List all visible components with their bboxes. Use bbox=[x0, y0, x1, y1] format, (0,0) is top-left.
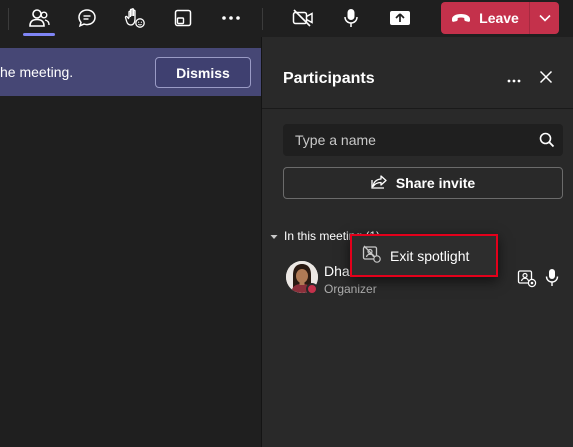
close-icon bbox=[539, 70, 553, 89]
panel-more-button[interactable] bbox=[502, 69, 526, 89]
share-icon bbox=[371, 174, 387, 192]
view-button[interactable] bbox=[165, 0, 201, 36]
leave-options-button[interactable] bbox=[530, 2, 559, 34]
panel-close-button[interactable] bbox=[534, 69, 558, 89]
camera-toggle-button[interactable] bbox=[285, 0, 321, 36]
camera-off-icon bbox=[292, 9, 314, 27]
more-icon bbox=[221, 15, 241, 21]
react-button[interactable] bbox=[117, 0, 153, 36]
share-invite-label: Share invite bbox=[395, 175, 476, 191]
people-active-indicator bbox=[23, 33, 55, 36]
exit-spotlight-icon bbox=[362, 245, 382, 266]
avatar bbox=[286, 261, 318, 295]
chat-icon bbox=[77, 8, 97, 28]
participant-role: Organizer bbox=[324, 282, 377, 296]
people-button[interactable] bbox=[21, 0, 57, 36]
participant-mic-icon bbox=[545, 268, 561, 288]
view-icon bbox=[174, 9, 192, 27]
teams-meeting-window: Leave he meeting. Dismiss Participants T… bbox=[0, 0, 573, 447]
notification-banner: he meeting. Dismiss bbox=[0, 48, 261, 96]
panel-title: Participants bbox=[283, 70, 375, 87]
mic-toggle-button[interactable] bbox=[333, 0, 369, 36]
meeting-toolbar: Leave bbox=[0, 0, 573, 37]
share-screen-icon bbox=[389, 9, 411, 27]
more-icon bbox=[507, 70, 521, 88]
leave-button[interactable]: Leave bbox=[441, 2, 529, 34]
panel-header: Participants bbox=[262, 37, 573, 109]
hang-up-icon bbox=[451, 10, 471, 26]
exit-spotlight-menu-item[interactable]: Exit spotlight bbox=[390, 248, 469, 264]
chat-button[interactable] bbox=[69, 0, 105, 36]
leave-button-group: Leave bbox=[441, 2, 559, 34]
caret-down-icon bbox=[270, 229, 278, 243]
more-actions-button[interactable] bbox=[213, 0, 249, 36]
mic-icon bbox=[343, 8, 359, 28]
toolbar-divider bbox=[8, 8, 9, 30]
chevron-down-icon bbox=[538, 9, 551, 27]
raise-hand-icon bbox=[124, 7, 146, 29]
presence-status-icon bbox=[306, 283, 318, 295]
search-input[interactable] bbox=[283, 124, 531, 156]
leave-label: Leave bbox=[479, 10, 519, 26]
meeting-stage bbox=[0, 96, 261, 447]
participant-context-menu[interactable]: Exit spotlight bbox=[350, 234, 498, 277]
dismiss-button[interactable]: Dismiss bbox=[155, 57, 251, 88]
banner-message: he meeting. bbox=[0, 64, 74, 80]
participant-search bbox=[283, 124, 563, 156]
people-icon bbox=[28, 8, 50, 28]
toolbar-divider bbox=[262, 8, 263, 30]
share-invite-button[interactable]: Share invite bbox=[283, 167, 563, 199]
share-screen-button[interactable] bbox=[382, 0, 418, 36]
participant-name: Dha bbox=[324, 263, 350, 279]
spotlight-icon bbox=[517, 268, 537, 288]
search-icon[interactable] bbox=[531, 124, 563, 156]
